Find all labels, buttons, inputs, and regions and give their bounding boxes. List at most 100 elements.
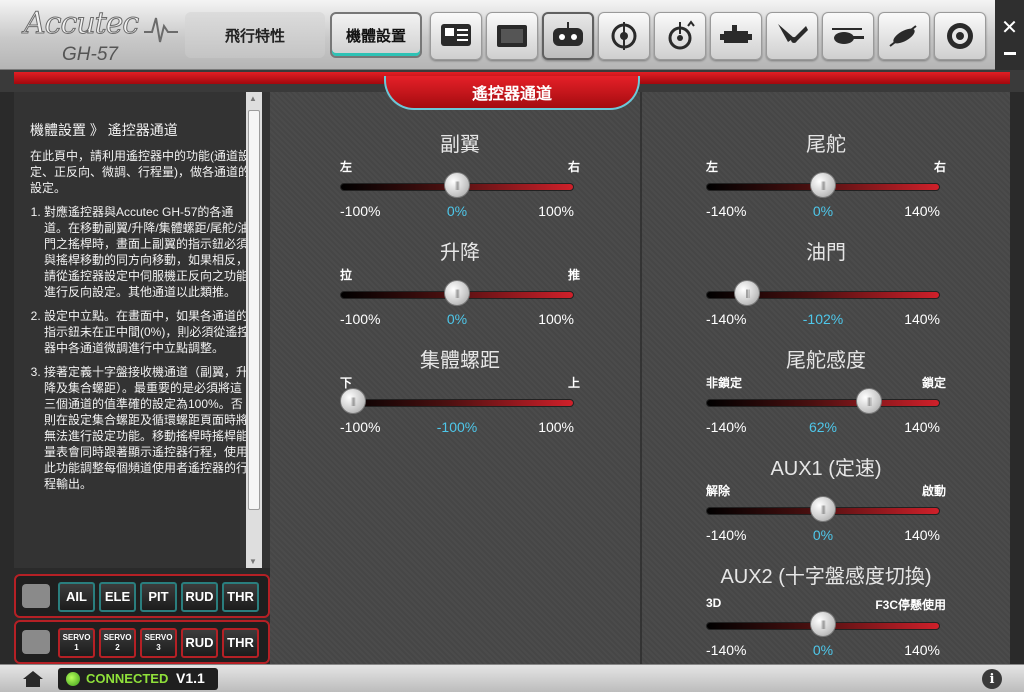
slider-title: 副翼	[440, 134, 480, 156]
slider-max: 140%	[904, 642, 940, 658]
gyro-button[interactable]	[934, 12, 986, 60]
help-step: 設定中立點。在畫面中，如果各通道的指示鈕未在正中間(0%)，則必須從遙控器中各通…	[44, 308, 252, 356]
helicopter-button[interactable]	[822, 12, 874, 60]
help-intro: 在此頁中，請利用遙控器中的功能(通道設定、正反向、微調、行程量)，做各通道的設定…	[30, 149, 250, 195]
model-name: GH-57	[62, 44, 118, 65]
slider-right-label: 推	[567, 268, 580, 282]
slider-max: 140%	[904, 203, 940, 219]
transmitter-button[interactable]	[542, 12, 594, 60]
transmitter-icon	[553, 22, 583, 46]
slider-max: 100%	[538, 419, 574, 435]
slider-knob[interactable]: |||	[810, 611, 836, 637]
transmitter-small-icon	[22, 584, 50, 608]
pulse-icon	[144, 17, 178, 43]
servo-rud-button[interactable]: RUD	[181, 628, 218, 658]
help-heading: 機體設置 》 遙控器通道	[30, 122, 178, 138]
receiver-channel-map: AIL ELE PIT RUD THR	[14, 574, 270, 618]
slider-elevator: 升降拉推 ||| -100% 0% 100%	[340, 236, 580, 336]
slider-aux1: AUX1 (定速) 解除 啟動 ||| -140% 0% 140%	[706, 452, 946, 552]
slider-knob[interactable]: |||	[734, 280, 761, 306]
slider-left-label: 左	[340, 160, 353, 174]
minimize-icon[interactable]	[1003, 52, 1016, 55]
slider-right-label: 鎖定	[921, 376, 946, 390]
slider-right-label: 啟動	[921, 484, 946, 498]
slider-left-label: 解除	[706, 484, 731, 498]
firmware-version: V1.1	[176, 670, 205, 686]
servo-icon	[720, 25, 752, 43]
help-step: 接著定義十字盤接收機通道（副翼，升降及集合螺距）。最重要的是必須將這三個通道的值…	[44, 364, 252, 492]
slider-knob[interactable]: |||	[856, 388, 883, 414]
slider-title: 集體螺距	[420, 350, 500, 372]
scrollbar-thumb[interactable]	[248, 110, 260, 510]
heli-flip-button[interactable]	[878, 12, 930, 60]
servo-1-button[interactable]: SERVO 1	[58, 628, 95, 658]
servo-thr-button[interactable]: THR	[222, 628, 259, 658]
rotor-head-button[interactable]	[654, 12, 706, 60]
status-bar: CONNECTED V1.1 i	[0, 664, 1024, 692]
brand-name: Accutec	[23, 6, 139, 42]
channel-rud-button[interactable]: RUD	[181, 582, 218, 612]
help-text: 機體設置 》 遙控器通道 在此頁中，請利用遙控器中的功能(通道設定、正反向、微調…	[30, 122, 252, 500]
tail-blade-icon	[778, 24, 808, 43]
slider-track[interactable]	[340, 399, 574, 407]
screen-button[interactable]	[486, 12, 538, 60]
slider-right-label: 上	[567, 376, 580, 390]
slider-left-label: 左	[706, 160, 719, 174]
channel-ail-button[interactable]: AIL	[58, 582, 95, 612]
swashplate-icon	[611, 22, 637, 50]
servo-2-button[interactable]: SERVO 2	[99, 628, 136, 658]
tab-setup[interactable]: 機體設置	[330, 12, 422, 58]
heli-flip-icon	[889, 25, 917, 47]
channel-ele-button[interactable]: ELE	[99, 582, 136, 612]
home-icon[interactable]	[22, 670, 44, 688]
slider-max: 100%	[538, 203, 574, 219]
slider-title: 尾舵	[806, 134, 846, 156]
servo-channel-map: SERVO 1 SERVO 2 SERVO 3 RUD THR	[14, 620, 270, 664]
help-step: 對應遙控器與Accutec GH-57的各通道。在移動副翼/升降/集體螺距/尾舵…	[44, 204, 252, 300]
slider-knob[interactable]: |||	[444, 280, 470, 306]
servo-button[interactable]	[710, 12, 762, 60]
top-bar: Accutec GH-57 飛行特性 機體設置 ✕	[0, 0, 1024, 70]
slider-aux2: AUX2 (十字盤感度切換) 3D F3C停懸使用 ||| -140% 0% 140%	[706, 560, 946, 660]
channel-pit-button[interactable]: PIT	[140, 582, 177, 612]
swashplate-button[interactable]	[598, 12, 650, 60]
slider-track[interactable]	[706, 399, 940, 407]
slider-knob[interactable]: |||	[340, 388, 366, 414]
help-scrollbar[interactable]: ▲ ▼	[246, 92, 262, 568]
scroll-up-icon[interactable]: ▲	[249, 94, 257, 103]
slider-right-label: F3C停懸使用	[875, 598, 946, 612]
help-steps: 對應遙控器與Accutec GH-57的各通道。在移動副翼/升降/集體螺距/尾舵…	[30, 204, 252, 492]
accutec-logo: Accutec GH-57	[14, 4, 178, 66]
slider-max: 140%	[904, 527, 940, 543]
info-icon[interactable]: i	[982, 669, 1002, 689]
slider-aileron: 副翼左右 ||| -100% 0% 100%	[340, 128, 580, 228]
slider-title: AUX1 (定速)	[770, 458, 882, 480]
slider-knob[interactable]: |||	[444, 172, 470, 198]
close-icon[interactable]: ✕	[1001, 15, 1018, 40]
scroll-down-icon[interactable]: ▼	[249, 557, 257, 566]
slider-max: 100%	[538, 311, 574, 327]
tail-blade-button[interactable]	[766, 12, 818, 60]
slider-title: 升降	[440, 242, 480, 264]
slider-left-label: 拉	[340, 268, 353, 282]
slider-right-label: 右	[567, 160, 580, 174]
display-setup-button[interactable]	[430, 12, 482, 60]
help-panel: 機體設置 》 遙控器通道 在此頁中，請利用遙控器中的功能(通道設定、正反向、微調…	[14, 92, 270, 568]
slider-title: AUX2 (十字盤感度切換)	[720, 566, 932, 588]
slider-gyro-gain: 尾舵感度 非鎖定 鎖定 ||| -140% 62% 140%	[706, 344, 946, 444]
channel-thr-button[interactable]: THR	[222, 582, 259, 612]
slider-knob[interactable]: |||	[810, 496, 836, 522]
tab-flight-characteristics[interactable]: 飛行特性	[185, 12, 325, 58]
slider-rudder: 尾舵左右 ||| -140% 0% 140%	[706, 128, 946, 228]
column-divider	[640, 92, 642, 664]
slider-title: 油門	[806, 242, 846, 264]
servo-3-button[interactable]: SERVO 3	[140, 628, 177, 658]
slider-right-label: 右	[933, 160, 946, 174]
section-title: 遙控器通道	[384, 76, 640, 110]
window-controls: ✕	[995, 0, 1024, 70]
slider-knob[interactable]: |||	[810, 172, 836, 198]
connection-led-icon	[66, 672, 80, 686]
slider-throttle: 油門 ||| -140% -102% 140%	[706, 236, 946, 336]
gyro-icon	[947, 23, 973, 49]
display-setup-icon	[441, 24, 471, 46]
